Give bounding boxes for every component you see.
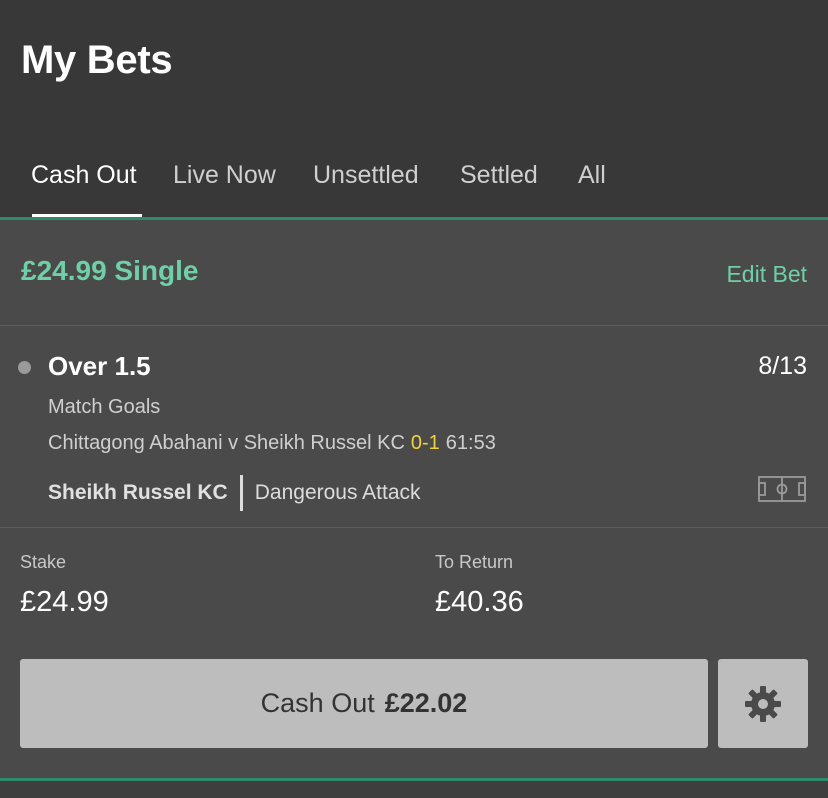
header: My Bets Cash Out Live Now Unsettled Sett… xyxy=(0,0,828,218)
tab-all[interactable]: All xyxy=(578,161,606,190)
cash-out-button[interactable]: Cash Out £22.02 xyxy=(20,659,708,748)
bet-card: £24.99 Single Edit Bet Over 1.5 8/13 Mat… xyxy=(0,220,828,778)
tab-live-now[interactable]: Live Now xyxy=(173,161,276,190)
cash-out-amount: £22.02 xyxy=(384,688,468,718)
cash-out-label: Cash Out xyxy=(260,688,375,718)
return-label: To Return xyxy=(435,552,514,572)
selection-name: Over 1.5 xyxy=(48,351,151,381)
match-clock: 61:53 xyxy=(445,432,496,454)
event-row[interactable]: Chittagong Abahani v Sheikh Russel KC 0-1… xyxy=(48,432,496,455)
live-commentary: Sheikh Russel KC Dangerous Attack xyxy=(48,475,421,511)
next-card-edge xyxy=(0,781,828,798)
stake-label: Stake xyxy=(20,552,67,572)
edit-bet-link[interactable]: Edit Bet xyxy=(726,261,807,288)
page-title: My Bets xyxy=(21,38,173,82)
return-value: £40.36 xyxy=(435,586,524,618)
live-team: Sheikh Russel KC xyxy=(48,481,228,504)
live-score: 0-1 xyxy=(410,432,440,454)
event-name: Chittagong Abahani v Sheikh Russel KC xyxy=(48,432,405,454)
divider xyxy=(0,325,828,326)
gear-icon xyxy=(745,685,781,722)
tab-settled[interactable]: Settled xyxy=(460,161,538,190)
football-pitch-icon[interactable] xyxy=(758,476,806,502)
live-event: Dangerous Attack xyxy=(254,481,421,504)
odds: 8/13 xyxy=(758,352,807,380)
stake-value: £24.99 xyxy=(20,586,109,618)
tab-unsettled[interactable]: Unsettled xyxy=(313,161,419,190)
bet-tabs: Cash Out Live Now Unsettled Settled All xyxy=(0,155,828,217)
status-dot-icon xyxy=(18,361,31,374)
bet-summary: £24.99 Single xyxy=(21,255,199,286)
divider xyxy=(0,527,828,528)
live-separator xyxy=(239,475,243,511)
tab-cash-out[interactable]: Cash Out xyxy=(31,161,137,190)
cash-out-settings-button[interactable] xyxy=(718,659,808,748)
market-name: Match Goals xyxy=(48,396,161,418)
